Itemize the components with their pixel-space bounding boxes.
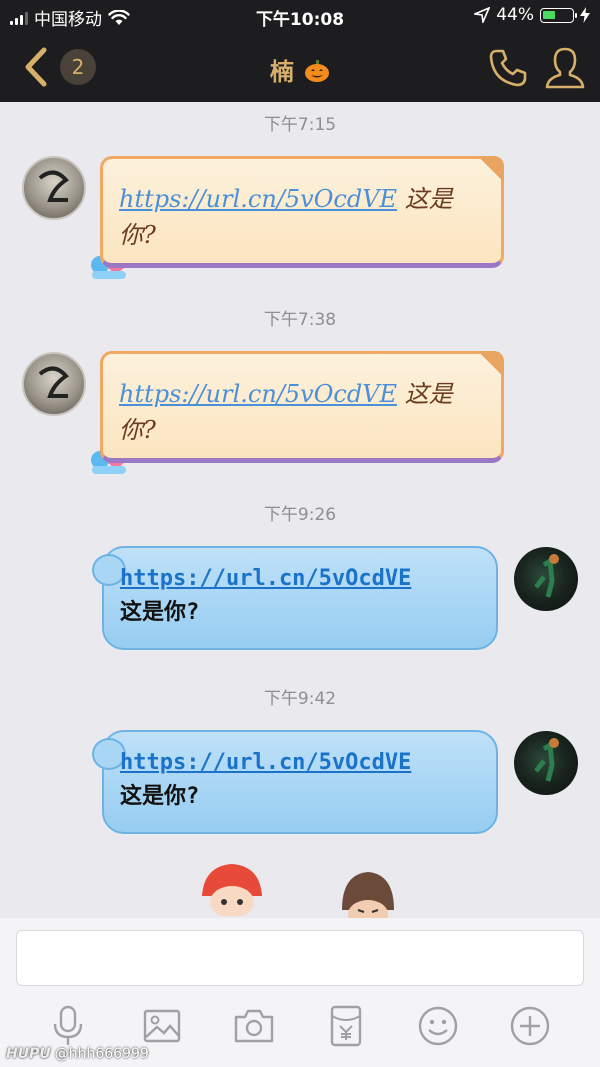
phone-call-icon[interactable] — [488, 48, 528, 88]
watermark-brand: HUPU — [6, 1046, 51, 1062]
message-timestamp: 下午9:42 — [263, 689, 337, 709]
message-bubble[interactable]: https://url.cn/5vOcdVE 这是你? — [92, 546, 498, 650]
message-input[interactable] — [16, 930, 584, 986]
message-link[interactable]: https://url.cn/5vOcdVE — [120, 566, 411, 591]
input-panel — [0, 918, 600, 1067]
contact-profile-icon[interactable] — [544, 46, 586, 90]
sender-avatar[interactable] — [22, 156, 86, 220]
pumpkin-emoji-icon — [305, 60, 330, 82]
message-timestamp: 下午9:26 — [263, 505, 337, 525]
brown-hair-character-sticker-icon — [342, 872, 394, 926]
my-avatar[interactable] — [514, 731, 578, 795]
message-bubble[interactable]: https://url.cn/5vOcdVE 这是你? — [100, 351, 504, 463]
camera-icon[interactable] — [232, 1004, 276, 1048]
message-bubble[interactable]: https://url.cn/5vOcdVE 这是你? — [100, 156, 504, 268]
message-text: 这是你? — [120, 600, 200, 625]
message-text: 这是你? — [120, 784, 200, 809]
red-packet-icon[interactable] — [324, 1004, 368, 1048]
message-timestamp: 下午7:15 — [263, 115, 337, 135]
chat-header: 2 楠 — [0, 32, 600, 102]
message-link[interactable]: https://url.cn/5vOcdVE — [119, 380, 397, 408]
message-timestamp: 下午7:38 — [263, 310, 337, 330]
watermark-handle: @hhh666999 — [54, 1046, 149, 1062]
battery-percent: 44% — [496, 5, 534, 25]
contact-name: 楠 — [269, 58, 294, 86]
my-avatar[interactable] — [514, 547, 578, 611]
message-bubble[interactable]: https://url.cn/5vOcdVE 这是你? — [92, 730, 498, 834]
battery-icon — [540, 7, 577, 23]
message-link[interactable]: https://url.cn/5vOcdVE — [119, 185, 397, 213]
status-bar: 中国移动 下午10:08 44% — [0, 0, 600, 32]
watermark: HUPU @hhh666999 — [6, 1046, 149, 1062]
image-icon[interactable] — [140, 1004, 184, 1048]
red-hair-character-sticker-icon — [202, 864, 262, 916]
sender-avatar[interactable] — [22, 352, 86, 416]
plus-icon[interactable] — [508, 1004, 552, 1048]
emoji-icon[interactable] — [416, 1004, 460, 1048]
mic-icon[interactable] — [46, 1004, 90, 1048]
message-link[interactable]: https://url.cn/5vOcdVE — [120, 750, 411, 775]
charging-icon — [580, 7, 590, 23]
location-icon — [474, 7, 491, 23]
